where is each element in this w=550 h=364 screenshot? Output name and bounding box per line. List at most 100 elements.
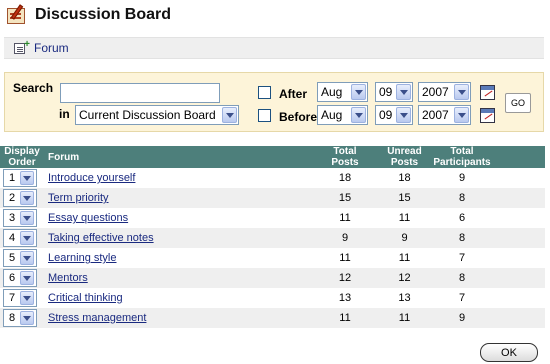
total-posts-cell: 15 — [314, 188, 376, 208]
chevron-down-icon — [20, 171, 34, 185]
forum-icon: + — [14, 39, 30, 55]
before-year-value: 2007 — [422, 108, 449, 122]
display-order-select[interactable]: 3 — [3, 209, 37, 227]
header-display-order-line1: Display — [4, 146, 40, 157]
search-label: Search — [13, 81, 54, 95]
display-order-select[interactable]: 1 — [3, 169, 37, 187]
forum-link[interactable]: Taking effective notes — [48, 232, 154, 244]
participants-cell: 9 — [433, 308, 491, 328]
forum-link[interactable]: Introduce yourself — [48, 172, 135, 184]
participants-cell: 9 — [433, 168, 491, 188]
display-order-value: 5 — [8, 252, 16, 264]
unread-posts-cell: 18 — [376, 168, 433, 188]
after-checkbox[interactable] — [258, 86, 271, 99]
forum-cell: Stress management — [44, 308, 314, 328]
chevron-down-icon — [454, 84, 469, 100]
forum-link[interactable]: Stress management — [48, 312, 146, 324]
before-month-select[interactable]: Aug — [317, 105, 368, 125]
participants-cell: 6 — [433, 208, 491, 228]
total-posts-cell: 13 — [314, 288, 376, 308]
display-order-select[interactable]: 7 — [3, 289, 37, 307]
breadcrumb-forum-link[interactable]: Forum — [34, 41, 69, 55]
header-unread-posts[interactable]: Unread Posts — [376, 146, 433, 168]
forum-link[interactable]: Term priority — [48, 192, 109, 204]
search-input[interactable] — [60, 83, 220, 103]
title-row: Discussion Board — [5, 2, 171, 28]
display-order-value: 1 — [8, 172, 16, 184]
after-day-select[interactable]: 09 — [375, 82, 413, 102]
after-year-value: 2007 — [422, 85, 449, 99]
order-cell: 2 — [0, 188, 44, 208]
forum-cell: Mentors — [44, 268, 314, 288]
display-order-select[interactable]: 2 — [3, 189, 37, 207]
forum-link[interactable]: Essay questions — [48, 212, 128, 224]
display-order-value: 7 — [8, 292, 16, 304]
forum-link[interactable]: Learning style — [48, 252, 117, 264]
after-month-select[interactable]: Aug — [317, 82, 368, 102]
chevron-down-icon — [396, 84, 411, 100]
chevron-down-icon — [20, 271, 34, 285]
display-order-select[interactable]: 8 — [3, 309, 37, 327]
table-header-row: Display Order Forum Total Posts Unread Post… — [0, 146, 545, 168]
go-button[interactable]: GO — [505, 93, 531, 113]
chevron-down-icon — [20, 291, 34, 305]
order-cell: 5 — [0, 248, 44, 268]
discussion-board-icon — [5, 4, 29, 26]
display-order-select[interactable]: 6 — [3, 269, 37, 287]
order-cell: 1 — [0, 168, 44, 188]
table-row: 8 Stress management 11 11 9 — [0, 308, 545, 328]
display-order-value: 6 — [8, 272, 16, 284]
header-total-posts[interactable]: Total Posts — [314, 146, 376, 168]
page-title: Discussion Board — [35, 6, 172, 23]
table-row: 1 Introduce yourself 18 18 9 — [0, 168, 545, 188]
unread-posts-cell: 13 — [376, 288, 433, 308]
before-year-select[interactable]: 2007 — [418, 105, 471, 125]
forum-link[interactable]: Critical thinking — [48, 292, 123, 304]
forum-cell: Learning style — [44, 248, 314, 268]
search-scope-select[interactable]: Current Discussion Board — [75, 105, 239, 125]
header-total-posts-line2: Posts — [331, 157, 359, 168]
total-posts-cell: 11 — [314, 208, 376, 228]
after-year-select[interactable]: 2007 — [418, 82, 471, 102]
header-total-posts-line1: Total — [333, 146, 357, 157]
table-row: 6 Mentors 12 12 8 — [0, 268, 545, 288]
display-order-select[interactable]: 4 — [3, 229, 37, 247]
total-posts-cell: 12 — [314, 268, 376, 288]
breadcrumb: + Forum — [4, 37, 544, 59]
before-checkbox[interactable] — [258, 109, 271, 122]
header-total-participants[interactable]: Total Participants — [433, 146, 491, 168]
forum-link[interactable]: Mentors — [48, 272, 88, 284]
display-order-value: 8 — [8, 312, 16, 324]
unread-posts-cell: 11 — [376, 248, 433, 268]
chevron-down-icon — [20, 191, 34, 205]
display-order-value: 3 — [8, 212, 16, 224]
forum-table: Display Order Forum Total Posts Unread Post… — [0, 146, 545, 328]
search-scope-value: Current Discussion Board — [79, 108, 216, 122]
in-label: in — [59, 107, 70, 121]
chevron-down-icon — [351, 107, 366, 123]
row-spacer — [491, 248, 545, 268]
after-calendar-icon[interactable] — [480, 85, 495, 100]
order-cell: 4 — [0, 228, 44, 248]
chevron-down-icon — [20, 251, 34, 265]
row-spacer — [491, 228, 545, 248]
search-panel: Search in Current Discussion Board After… — [4, 72, 544, 132]
table-row: 3 Essay questions 11 11 6 — [0, 208, 545, 228]
display-order-select[interactable]: 5 — [3, 249, 37, 267]
before-calendar-icon[interactable] — [480, 108, 495, 123]
header-display-order[interactable]: Display Order — [0, 146, 44, 168]
participants-cell: 7 — [433, 248, 491, 268]
after-day-value: 09 — [379, 85, 393, 99]
header-unread-posts-line2: Posts — [390, 157, 419, 168]
order-cell: 3 — [0, 208, 44, 228]
forum-cell: Taking effective notes — [44, 228, 314, 248]
header-forum[interactable]: Forum — [44, 146, 314, 168]
unread-posts-cell: 11 — [376, 208, 433, 228]
before-day-select[interactable]: 09 — [375, 105, 413, 125]
display-order-value: 4 — [8, 232, 16, 244]
participants-cell: 7 — [433, 288, 491, 308]
ok-button[interactable]: OK — [480, 343, 538, 362]
forum-cell: Introduce yourself — [44, 168, 314, 188]
table-row: 5 Learning style 11 11 7 — [0, 248, 545, 268]
total-posts-cell: 18 — [314, 168, 376, 188]
